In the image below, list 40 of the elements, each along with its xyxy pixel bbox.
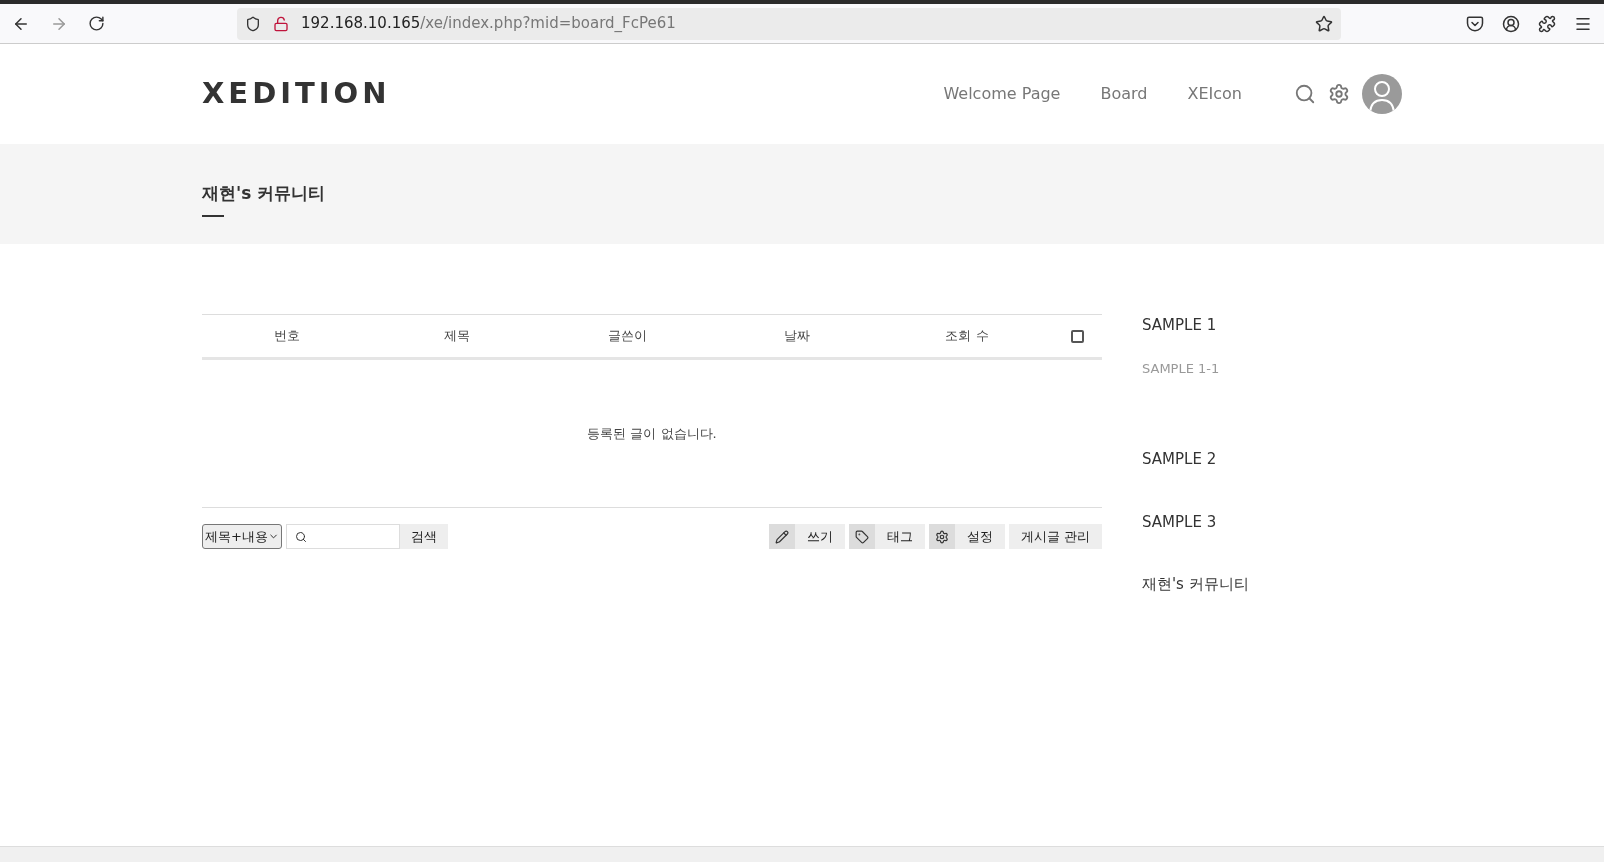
settings-icon[interactable] <box>1328 83 1350 105</box>
action-button[interactable]: 게시글 관리 <box>1008 524 1102 549</box>
action-button[interactable]: 쓰기 <box>768 524 845 549</box>
column-header: 글쓴이 <box>607 327 647 346</box>
sidebar-item[interactable]: 재현's 커뮤니티 <box>1142 573 1249 596</box>
column-header: 조회 수 <box>945 327 989 346</box>
action-button[interactable]: 설정 <box>928 524 1005 549</box>
column-header: 날짜 <box>784 327 810 346</box>
avatar-icon[interactable] <box>1362 74 1402 114</box>
address-bar[interactable]: 192.168.10.165/xe/index.php?mid=board_FcPe61 <box>237 7 1341 40</box>
column-header: 제목 <box>444 327 470 346</box>
lock-icon <box>273 15 289 32</box>
sidebar-item[interactable]: SAMPLE 1 <box>1142 314 1249 337</box>
shield-icon <box>245 15 261 32</box>
url-path: /xe/index.php?mid=board_FcPe61 <box>420 14 676 33</box>
search-icon[interactable] <box>1294 83 1316 105</box>
select-all-checkbox[interactable] <box>1070 329 1084 343</box>
empty-message: 등록된 글이 없습니다. <box>587 424 717 443</box>
tag-icon <box>854 529 869 544</box>
site-logo[interactable]: XEDITION <box>202 72 391 116</box>
reload-icon[interactable] <box>88 15 105 32</box>
star-icon[interactable] <box>1315 14 1333 33</box>
search-button[interactable]: 검색 <box>400 524 448 549</box>
account-icon[interactable] <box>1502 14 1520 33</box>
nav-link[interactable]: Welcome Page <box>943 82 1061 106</box>
nav-link[interactable]: Board <box>1100 82 1148 106</box>
nav-link[interactable]: XEIcon <box>1187 82 1242 106</box>
puzzle-icon[interactable] <box>1538 14 1556 33</box>
search-scope-select[interactable]: 제목+내용 <box>202 524 282 549</box>
page-title: 재현's 커뮤니티 <box>202 182 326 205</box>
sidebar-item[interactable]: SAMPLE 2 <box>1142 448 1249 471</box>
pencil-icon <box>774 529 789 544</box>
search-icon <box>295 530 307 543</box>
pocket-icon[interactable] <box>1466 14 1484 33</box>
action-button[interactable]: 태그 <box>848 524 925 549</box>
column-header: 번호 <box>274 327 300 346</box>
search-field[interactable] <box>286 524 400 549</box>
url-host: 192.168.10.165 <box>301 14 421 33</box>
sidebar-item[interactable]: SAMPLE 3 <box>1142 510 1249 533</box>
gear-icon <box>934 529 949 544</box>
